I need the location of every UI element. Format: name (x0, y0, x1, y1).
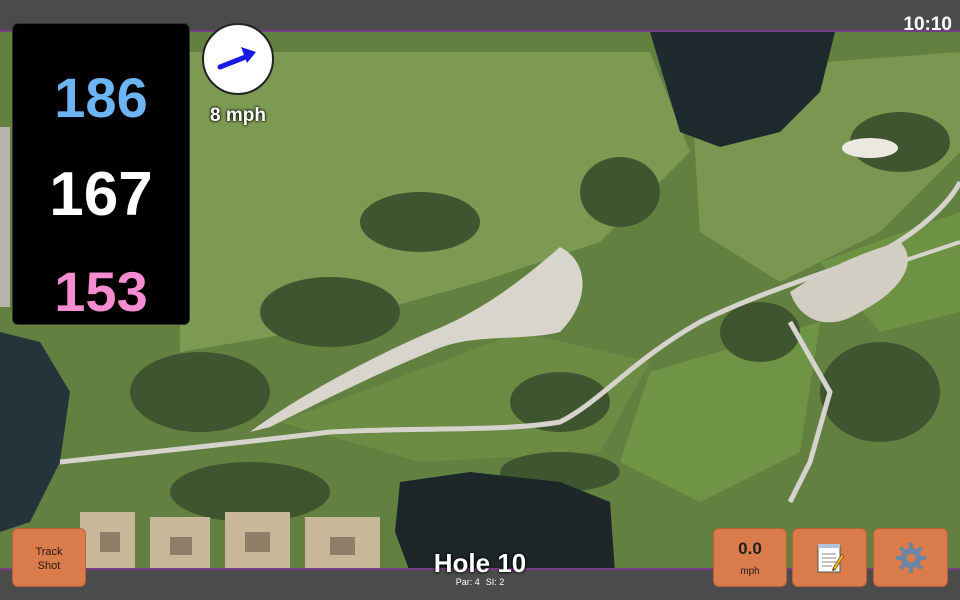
settings-button[interactable] (873, 528, 948, 587)
track-shot-label-line2: Shot (37, 560, 61, 572)
wind-direction-indicator (202, 23, 274, 95)
track-shot-button[interactable]: Track Shot (12, 528, 86, 587)
wind-readout-value: 0.0 (738, 539, 762, 558)
distance-back: 186 (54, 66, 148, 129)
notes-button[interactable] (792, 528, 867, 587)
track-shot-label-line1: Track (35, 546, 63, 558)
wind-readout-button[interactable]: 0.0 mph (713, 528, 787, 587)
distance-panel: 186 167 153 (12, 23, 190, 325)
wind-readout-unit: mph (740, 566, 760, 577)
gear-icon (895, 542, 926, 573)
hole-si: SI: 2 (485, 577, 505, 587)
notepad-icon (817, 543, 845, 572)
hole-info: Par: 4 SI: 2 (380, 577, 580, 587)
distance-front: 153 (54, 260, 148, 323)
distance-middle: 167 (49, 160, 153, 229)
arrow-icon (217, 47, 256, 70)
hole-par: Par: 4 (455, 577, 480, 587)
wind-speed-label: 8 mph (210, 105, 266, 126)
hole-title: Hole 10 (433, 548, 527, 578)
